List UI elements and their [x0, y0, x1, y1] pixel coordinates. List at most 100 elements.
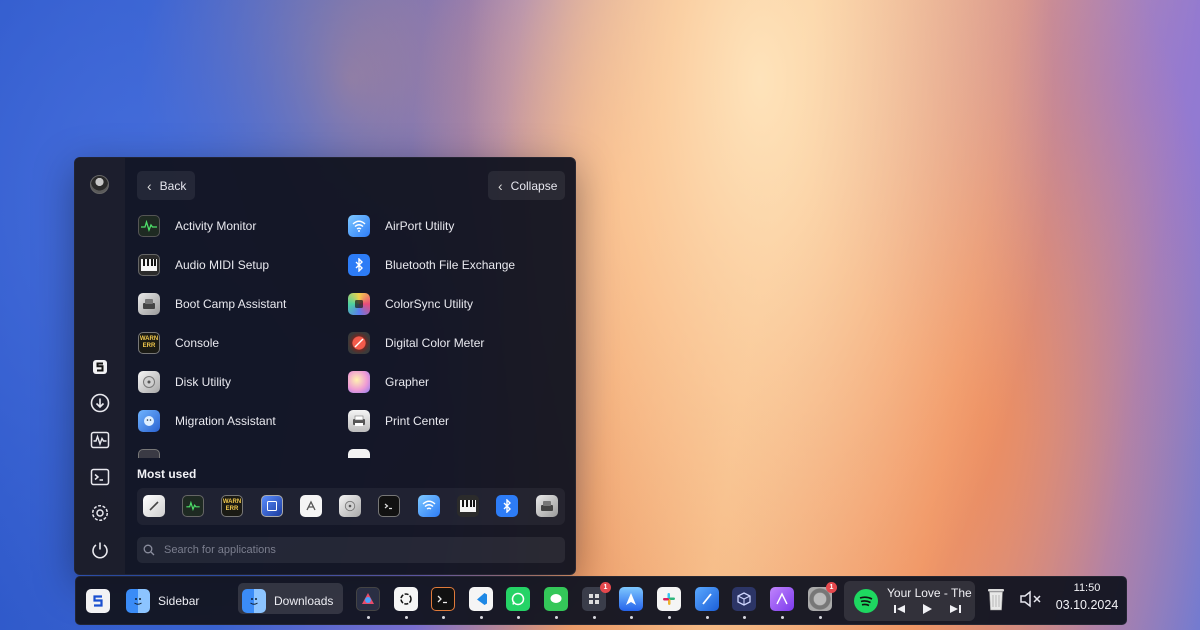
- printer-icon: [348, 410, 370, 432]
- console-icon[interactable]: WARN ERR: [221, 495, 243, 517]
- messages-icon: [544, 587, 568, 611]
- grapher-icon: [348, 371, 370, 393]
- colorsync-icon: [348, 293, 370, 315]
- running-indicator: [480, 616, 483, 619]
- play-button[interactable]: [922, 604, 932, 618]
- sidebar-button[interactable]: Sidebar: [126, 587, 199, 614]
- activity-monitor-icon[interactable]: [182, 495, 204, 517]
- previous-track-button[interactable]: [894, 604, 905, 618]
- search-input[interactable]: [164, 544, 544, 556]
- app-item-activity-monitor[interactable]: Activity Monitor: [138, 211, 338, 241]
- disk-utility-icon[interactable]: [339, 495, 361, 517]
- generic-app-icon: [138, 449, 160, 458]
- clock-time: 11:50: [1073, 582, 1101, 594]
- dock-app-testflight[interactable]: [619, 587, 643, 611]
- app-item-disk-utility[interactable]: Disk Utility: [138, 367, 338, 397]
- app-label: Print Center: [385, 414, 450, 428]
- running-indicator: [517, 616, 520, 619]
- app-item-colorsync-utility[interactable]: ColorSync Utility: [348, 289, 548, 319]
- dock-app-xcode[interactable]: [695, 587, 719, 611]
- app-label: Disk Utility: [175, 375, 231, 389]
- power-icon[interactable]: [88, 538, 112, 562]
- app-label: AirPort Utility: [385, 219, 455, 233]
- app-label: Migration Assistant: [175, 414, 276, 428]
- next-track-button[interactable]: [950, 604, 961, 618]
- screenshot-icon[interactable]: [261, 495, 283, 517]
- app-item-partial[interactable]: [348, 445, 548, 458]
- most-used-row: WARN ERR: [137, 488, 565, 525]
- dock-app-system-settings[interactable]: 1: [808, 582, 837, 611]
- chatgpt-icon: [394, 587, 418, 611]
- app-label: Console: [175, 336, 220, 350]
- collapse-label: Collapse: [510, 178, 558, 193]
- boot-camp-icon[interactable]: [536, 495, 558, 517]
- dock-app-affinity[interactable]: [770, 587, 794, 611]
- app-label: Activity Monitor: [175, 219, 257, 233]
- dock-app-vscode[interactable]: [469, 587, 493, 611]
- back-button[interactable]: ‹ Back: [137, 171, 195, 200]
- activity-icon[interactable]: [88, 428, 112, 452]
- dock-app-photos[interactable]: [356, 587, 380, 611]
- downloads-window-button[interactable]: Downloads: [242, 587, 333, 614]
- app-label: Boot Camp Assistant: [175, 297, 287, 311]
- app-item-boot-camp-assistant[interactable]: Boot Camp Assistant: [138, 289, 338, 319]
- airport-utility-icon: [348, 215, 370, 237]
- running-indicator: [743, 616, 746, 619]
- running-indicator: [555, 616, 558, 619]
- testflight-icon: [619, 587, 643, 611]
- now-playing-widget[interactable]: Your Love - The: [844, 581, 975, 621]
- app-logo-button[interactable]: [86, 587, 110, 614]
- running-indicator: [781, 616, 784, 619]
- terminal-icon[interactable]: [378, 495, 400, 517]
- dock-app-tasks[interactable]: 1: [582, 582, 611, 611]
- spotify-icon: [854, 589, 878, 613]
- avatar[interactable]: [90, 175, 109, 194]
- running-indicator: [630, 616, 633, 619]
- app-item-print-center[interactable]: Print Center: [348, 406, 548, 436]
- dock-app-slack[interactable]: [657, 587, 681, 611]
- app-item-audio-midi-setup[interactable]: Audio MIDI Setup: [138, 250, 338, 280]
- terminal-icon[interactable]: [88, 465, 112, 489]
- app-store-icon[interactable]: [300, 495, 322, 517]
- vscode-icon: [469, 587, 493, 611]
- speaker-muted-icon: [1020, 590, 1041, 608]
- activity-monitor-icon: [138, 215, 160, 237]
- app-item-airport-utility[interactable]: AirPort Utility: [348, 211, 548, 241]
- dock-app-whatsapp[interactable]: [506, 587, 530, 611]
- running-indicator: [593, 616, 596, 619]
- dock-app-terminal[interactable]: [431, 587, 455, 611]
- slack-icon: [657, 587, 681, 611]
- app-launcher-panel: ‹ Back ‹ Collapse Activity Monitor Audio…: [74, 157, 576, 575]
- running-indicator: [819, 616, 822, 619]
- app-item-bluetooth-file-exchange[interactable]: Bluetooth File Exchange: [348, 250, 548, 280]
- app-item-grapher[interactable]: Grapher: [348, 367, 548, 397]
- app-logo-icon[interactable]: [88, 355, 112, 379]
- app-item-console[interactable]: WARN ERR Console: [138, 328, 338, 358]
- script-editor-icon[interactable]: [143, 495, 165, 517]
- app-item-partial[interactable]: [138, 445, 338, 458]
- app-label: Audio MIDI Setup: [175, 258, 270, 272]
- running-indicator: [668, 616, 671, 619]
- launcher-rail: [75, 158, 125, 574]
- app-logo-icon: [86, 588, 110, 613]
- dock-app-virtualbox[interactable]: [732, 587, 756, 611]
- dock-app-chatgpt[interactable]: [394, 587, 418, 611]
- collapse-button[interactable]: ‹ Collapse: [488, 171, 565, 200]
- xcode-icon: [695, 587, 719, 611]
- download-icon[interactable]: [88, 391, 112, 415]
- bluetooth-icon[interactable]: [496, 495, 518, 517]
- app-search-bar[interactable]: [137, 537, 565, 563]
- audio-midi-icon[interactable]: [457, 495, 479, 517]
- affinity-icon: [770, 587, 794, 611]
- finder-icon: [242, 588, 266, 613]
- chevron-left-icon: ‹: [498, 177, 503, 194]
- volume-mute-button[interactable]: [1019, 589, 1043, 609]
- notification-badge: 1: [600, 582, 611, 593]
- airport-utility-icon[interactable]: [418, 495, 440, 517]
- trash-button[interactable]: [987, 587, 1005, 611]
- dock-app-messages[interactable]: [544, 587, 568, 611]
- app-item-digital-color-meter[interactable]: Digital Color Meter: [348, 328, 548, 358]
- settings-icon[interactable]: [88, 501, 112, 525]
- clock[interactable]: 11:50 03.10.2024: [1052, 582, 1122, 612]
- app-item-migration-assistant[interactable]: Migration Assistant: [138, 406, 338, 436]
